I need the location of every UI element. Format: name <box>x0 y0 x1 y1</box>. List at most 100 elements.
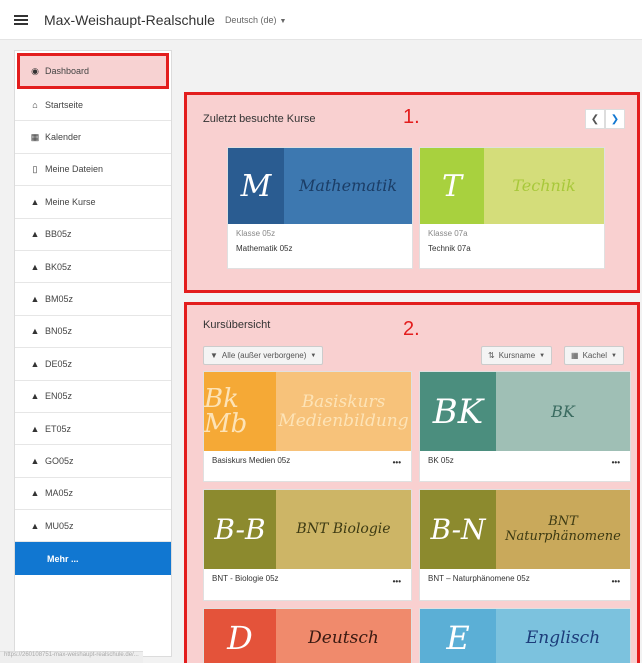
sidebar-item-dashboard[interactable]: ◉ Dashboard <box>17 53 169 89</box>
graduation-cap-icon: ▲ <box>30 326 40 337</box>
sidebar-item-course[interactable]: ▲ BK05z <box>15 251 171 284</box>
graduation-cap-icon: ▲ <box>30 196 40 207</box>
course-word: BNT Biologie <box>276 490 411 569</box>
carousel-controls: ❮ ❯ <box>585 109 625 129</box>
course-overview-block: Kursübersicht 2. ▼ Alle (außer verborgen… <box>184 302 640 663</box>
course-name[interactable]: Technik 07a <box>428 244 596 253</box>
sidebar-item-kalender[interactable]: ▦ Kalender <box>15 121 171 154</box>
language-selector[interactable]: Deutsch (de) ▼ <box>225 15 286 25</box>
sidebar-item-course[interactable]: ▲ ET05z <box>15 413 171 446</box>
course-image: E Englisch <box>420 609 630 663</box>
course-image: B-B BNT Biologie <box>204 490 411 569</box>
course-name[interactable]: BK 05z <box>428 456 622 465</box>
course-word: Englisch <box>496 609 630 663</box>
course-card[interactable]: E Englisch <box>419 608 631 663</box>
course-card[interactable]: B-N BNT Naturphänomene BNT – Naturphänom… <box>419 489 631 601</box>
sidebar-item-label: ET05z <box>45 423 72 434</box>
course-menu-icon[interactable]: ••• <box>612 577 620 586</box>
home-icon: ⌂ <box>32 99 38 110</box>
filter-dropdown[interactable]: ▼ Alle (außer verborgene) ▼ <box>203 346 324 365</box>
course-name[interactable]: BNT - Biologie 05z <box>212 574 403 583</box>
sidebar-item-label: DE05z <box>45 358 73 369</box>
filter-icon: ▼ <box>210 351 218 360</box>
sidebar-item-course[interactable]: ▲ BN05z <box>15 316 171 349</box>
graduation-cap-icon: ▲ <box>30 488 40 499</box>
more-button[interactable]: Mehr ... <box>15 542 171 576</box>
course-name[interactable]: BNT – Naturphänomene 05z <box>428 574 622 583</box>
course-image: D Deutsch <box>204 609 411 663</box>
course-letter: D <box>204 609 276 663</box>
course-menu-icon[interactable]: ••• <box>393 577 401 586</box>
annotation-label: 2. <box>403 318 420 340</box>
course-card[interactable]: M Mathematik Klasse 05z Mathematik 05z <box>227 147 413 269</box>
course-image: T Technik <box>420 148 604 224</box>
sidebar: ◉ Dashboard ⌂ Startseite ▦ Kalender ▯ Me… <box>14 50 172 657</box>
sort-icon: ⇅ <box>488 351 495 360</box>
course-name[interactable]: Basiskurs Medien 05z <box>212 456 403 465</box>
course-word: Technik <box>484 148 604 224</box>
course-word: BK <box>496 372 630 451</box>
sidebar-item-label: Dashboard <box>45 66 90 76</box>
sidebar-item-label: MA05z <box>45 488 74 499</box>
course-letter: BK <box>420 372 496 451</box>
chevron-left-icon[interactable]: ❮ <box>585 109 605 129</box>
recent-courses-title: Zuletzt besuchte Kurse <box>203 113 316 125</box>
sidebar-item-label: Kalender <box>45 132 82 143</box>
calendar-icon: ▦ <box>30 131 40 142</box>
main-content: Zuletzt besuchte Kurse 1. ❮ ❯ M Mathemat… <box>184 50 642 663</box>
course-letter: Bk Mb <box>204 372 276 451</box>
status-bar-url: https://260108751-max-weishaupt-realschu… <box>0 651 143 663</box>
sidebar-item-course[interactable]: ▲ MA05z <box>15 478 171 511</box>
hamburger-menu-icon[interactable] <box>14 13 28 27</box>
sidebar-item-course[interactable]: ▲ MU05z <box>15 510 171 543</box>
sidebar-item-label: BB05z <box>45 229 72 240</box>
course-overview-title: Kursübersicht <box>203 319 271 331</box>
course-letter: B-B <box>204 490 276 569</box>
sort-dropdown[interactable]: ⇅ Kursname ▼ <box>481 346 553 365</box>
sidebar-item-label: Meine Kurse <box>45 196 96 207</box>
graduation-cap-icon: ▲ <box>30 423 40 434</box>
sidebar-item-label: GO05z <box>45 455 74 466</box>
sidebar-item-course[interactable]: ▲ BB05z <box>15 219 171 251</box>
graduation-cap-icon: ▲ <box>30 391 40 402</box>
course-letter: M <box>228 148 284 224</box>
course-menu-icon[interactable]: ••• <box>612 458 620 467</box>
sidebar-item-label: BK05z <box>45 261 72 272</box>
course-card[interactable]: D Deutsch <box>203 608 412 663</box>
course-card[interactable]: BK BK BK 05z ••• <box>419 371 631 482</box>
course-image: B-N BNT Naturphänomene <box>420 490 630 569</box>
sidebar-item-label: Meine Dateien <box>45 164 104 175</box>
course-card[interactable]: T Technik Klasse 07a Technik 07a <box>419 147 605 269</box>
course-name[interactable]: Mathematik 05z <box>236 244 404 253</box>
graduation-cap-icon: ▲ <box>30 229 40 240</box>
graduation-cap-icon: ▲ <box>30 455 40 466</box>
course-word: Mathematik <box>284 148 412 224</box>
sidebar-item-course[interactable]: ▲ BM05z <box>15 283 171 316</box>
file-icon: ▯ <box>32 163 38 174</box>
course-card[interactable]: Bk Mb Basiskurs Medienbildung Basiskurs … <box>203 371 412 482</box>
annotation-label: 1. <box>403 106 420 128</box>
course-card[interactable]: B-B BNT Biologie BNT - Biologie 05z ••• <box>203 489 412 601</box>
sidebar-item-course[interactable]: ▲ GO05z <box>15 445 171 478</box>
sidebar-item-course[interactable]: ▲ EN05z <box>15 381 171 413</box>
course-letter: T <box>420 148 484 224</box>
chevron-down-icon: ▼ <box>539 352 546 359</box>
site-name[interactable]: Max-Weishaupt-Realschule <box>44 12 215 28</box>
course-menu-icon[interactable]: ••• <box>393 458 401 467</box>
course-letter: B-N <box>420 490 496 569</box>
sidebar-item-meine-dateien[interactable]: ▯ Meine Dateien <box>15 154 171 187</box>
course-image: BK BK <box>420 372 630 451</box>
chevron-down-icon: ▼ <box>310 352 317 359</box>
graduation-cap-icon: ▲ <box>30 294 40 305</box>
graduation-cap-icon: ▲ <box>30 520 40 531</box>
sidebar-item-course[interactable]: ▲ DE05z <box>15 348 171 381</box>
graduation-cap-icon: ▲ <box>30 261 40 272</box>
sidebar-item-meine-kurse[interactable]: ▲ Meine Kurse <box>15 186 171 219</box>
navbar: Max-Weishaupt-Realschule Deutsch (de) ▼ <box>0 0 642 40</box>
view-dropdown[interactable]: ▦ Kachel ▼ <box>564 346 624 365</box>
sidebar-item-startseite[interactable]: ⌂ Startseite <box>15 89 171 122</box>
course-category: Klasse 05z <box>236 229 276 238</box>
chevron-right-icon[interactable]: ❯ <box>605 109 625 129</box>
course-category: Klasse 07a <box>428 229 468 238</box>
graduation-cap-icon: ▲ <box>30 358 40 369</box>
